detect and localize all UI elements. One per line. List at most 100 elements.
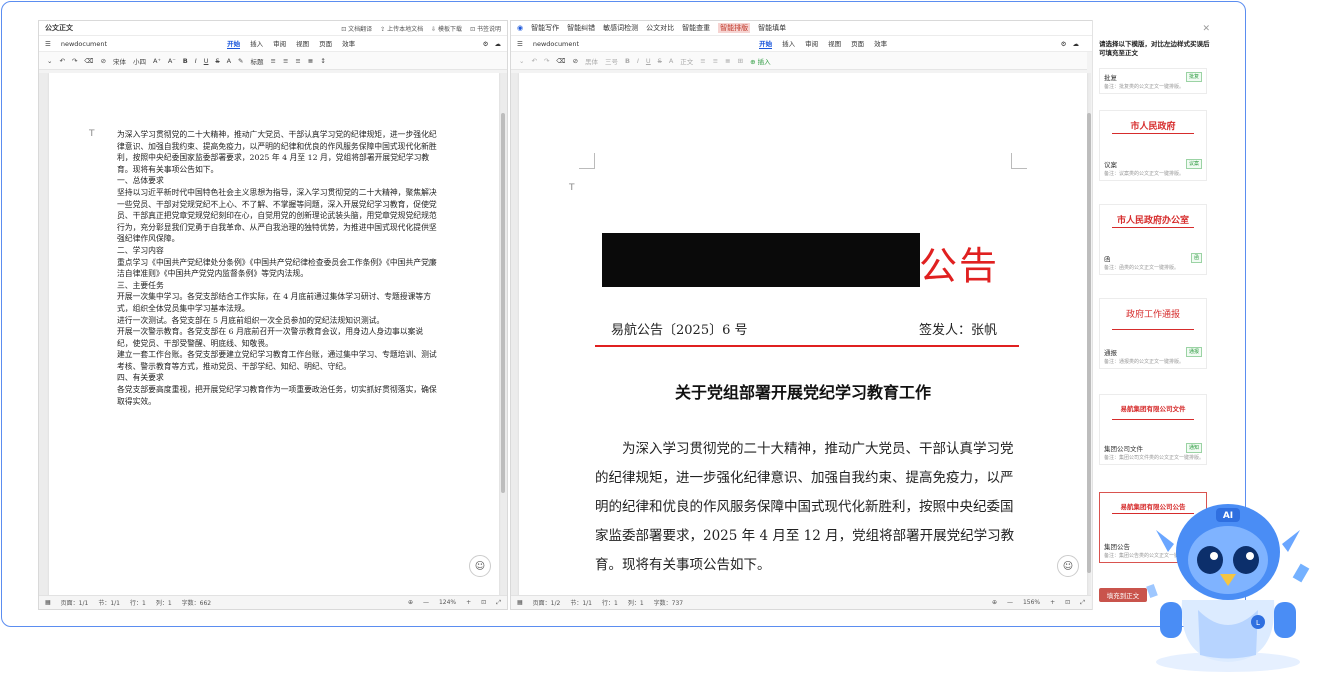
template-card[interactable]: 批复 批复 备注：批复类的公文正文一键排版。: [1099, 68, 1207, 94]
fullscreen-icon[interactable]: ⤢: [1080, 599, 1085, 607]
zoom-in-icon[interactable]: +: [1050, 599, 1055, 607]
template-thumbnail: 易航集团有限公司文件: [1100, 395, 1206, 443]
close-icon[interactable]: ✕: [1202, 24, 1210, 34]
tab-page[interactable]: 页面: [319, 38, 332, 49]
ai-tab-dedupe[interactable]: 智能查重: [682, 23, 710, 33]
tab-start[interactable]: 开始: [227, 38, 241, 49]
tab-start[interactable]: 开始: [759, 38, 773, 49]
tab-efficiency[interactable]: 效率: [342, 38, 355, 49]
tab-insert[interactable]: 插入: [782, 38, 795, 49]
eraser-icon[interactable]: ⊘: [101, 57, 106, 65]
grow-font-icon[interactable]: A⁺: [153, 57, 161, 65]
ai-tab-layout[interactable]: 智能排版: [718, 23, 751, 33]
align-right-icon[interactable]: ≡: [295, 57, 300, 65]
bold-icon[interactable]: B: [183, 57, 188, 65]
chevron-down-icon[interactable]: ⌄: [519, 57, 524, 65]
tab-page[interactable]: 页面: [851, 38, 864, 49]
align-left-icon[interactable]: ≡: [700, 57, 705, 65]
underline-icon[interactable]: U: [646, 57, 651, 65]
redo-icon[interactable]: ↷: [544, 57, 549, 65]
globe-icon[interactable]: ⊕: [408, 599, 413, 607]
title-actions: ⊡ 文档翻译 ⇪ 上传本地文档 ⇩ 模板下载 ⊡ 书签说明: [341, 24, 501, 33]
fit-width-icon[interactable]: ⊡: [1065, 599, 1070, 607]
align-center-icon[interactable]: ≡: [713, 57, 718, 65]
chevron-down-icon[interactable]: ⌄: [47, 57, 52, 65]
source-doc-text[interactable]: 为深入学习贯彻党的二十大精神，推动广大党员、干部认真学习党的纪律规矩，进一步强化…: [117, 129, 437, 407]
fullscreen-icon[interactable]: ⤢: [496, 599, 501, 607]
tab-view[interactable]: 视图: [296, 38, 309, 49]
zoom-controls: ⊕ — 156% + ⊡ ⤢: [992, 599, 1085, 607]
ai-tab-fill[interactable]: 智能填单: [758, 23, 786, 33]
cloud-icon[interactable]: ☁: [495, 40, 502, 48]
undo-icon[interactable]: ↶: [59, 57, 64, 65]
underline-icon[interactable]: U: [204, 57, 209, 65]
font-select[interactable]: 宋体: [113, 56, 126, 66]
fit-width-icon[interactable]: ⊡: [481, 599, 486, 607]
justify-icon[interactable]: ≣: [725, 57, 730, 65]
style-select[interactable]: 正文: [680, 56, 693, 66]
tab-review[interactable]: 审阅: [805, 38, 818, 49]
template-download-button[interactable]: ⇩ 模板下载: [431, 24, 462, 33]
ai-tab-compare[interactable]: 公文对比: [646, 23, 674, 33]
redacted-org-name: [602, 233, 920, 287]
template-thumbnail: 市人民政府: [1100, 111, 1206, 159]
font-color-icon[interactable]: A: [669, 57, 673, 65]
strike-icon[interactable]: S: [658, 57, 662, 65]
zoom-out-icon[interactable]: —: [423, 599, 429, 607]
translate-button[interactable]: ⊡ 文档翻译: [341, 24, 372, 33]
zoom-out-icon[interactable]: —: [1007, 599, 1013, 607]
ai-tab-correct[interactable]: 智能纠错: [567, 23, 595, 33]
redo-icon[interactable]: ↷: [72, 57, 77, 65]
table-icon[interactable]: ⊞: [738, 57, 743, 65]
bold-icon[interactable]: B: [625, 57, 630, 65]
line-spacing-icon[interactable]: ↕: [320, 57, 325, 65]
assistant-fab-icon[interactable]: ☺: [1057, 555, 1079, 577]
font-color-icon[interactable]: A: [227, 57, 231, 65]
template-card[interactable]: 易航集团有限公司文件 集团公司文件 通知 备注：集团公司文件类的公文正文一键排版。: [1099, 394, 1207, 465]
justify-icon[interactable]: ≣: [308, 57, 313, 65]
font-select[interactable]: 黑体: [585, 56, 598, 66]
layout-icon[interactable]: ▦: [45, 599, 51, 606]
shrink-font-icon[interactable]: A⁻: [168, 57, 176, 65]
tab-efficiency[interactable]: 效率: [874, 38, 887, 49]
italic-icon[interactable]: I: [637, 57, 639, 65]
cloud-icon[interactable]: ☁: [1073, 40, 1080, 48]
settings-icon[interactable]: ⚙: [1061, 40, 1067, 48]
formatted-page[interactable]: T 公告 易航公告〔2025〕6 号 签发人：张帆 关于党组部署开展党纪学习教育…: [519, 73, 1087, 595]
left-scrollbar[interactable]: [501, 113, 505, 493]
font-size-select[interactable]: 小四: [133, 56, 146, 66]
settings-icon[interactable]: ⚙: [483, 40, 489, 48]
strike-icon[interactable]: S: [215, 57, 219, 65]
ai-tab-sensitive[interactable]: 敏感词检测: [603, 23, 638, 33]
align-center-icon[interactable]: ≡: [283, 57, 288, 65]
layout-icon[interactable]: ▦: [517, 599, 523, 606]
template-card[interactable]: 政府工作通报 通报 通报 备注：通报类的公文正文一键排版。: [1099, 298, 1207, 369]
menu-icon[interactable]: ☰: [45, 40, 51, 48]
tab-review[interactable]: 审阅: [273, 38, 286, 49]
right-scrollbar[interactable]: [1087, 113, 1091, 573]
margin-mark: [1011, 153, 1027, 169]
menu-icon[interactable]: ☰: [517, 40, 523, 48]
format-painter-icon[interactable]: ⌫: [84, 57, 93, 65]
insert-button[interactable]: ⊕ 插入: [750, 56, 771, 66]
italic-icon[interactable]: I: [195, 57, 197, 65]
left-page[interactable]: T 为深入学习贯彻党的二十大精神，推动广大党员、干部认真学习党的纪律规矩，进一步…: [49, 73, 499, 595]
font-size-select[interactable]: 三号: [605, 56, 618, 66]
eraser-icon[interactable]: ⊘: [573, 57, 578, 65]
upload-button[interactable]: ⇪ 上传本地文档: [380, 24, 423, 33]
format-painter-icon[interactable]: ⌫: [556, 57, 565, 65]
tab-insert[interactable]: 插入: [250, 38, 263, 49]
align-left-icon[interactable]: ≡: [271, 57, 276, 65]
undo-icon[interactable]: ↶: [531, 57, 536, 65]
template-card[interactable]: 市人民政府 议案 议案 备注：议案类的公文正文一键排版。: [1099, 110, 1207, 181]
bookmark-help-button[interactable]: ⊡ 书签说明: [470, 24, 501, 33]
style-select[interactable]: 标题: [251, 56, 264, 66]
tab-view[interactable]: 视图: [828, 38, 841, 49]
globe-icon[interactable]: ⊕: [992, 599, 997, 607]
zoom-in-icon[interactable]: +: [466, 599, 471, 607]
assistant-fab-icon[interactable]: ☺: [469, 555, 491, 577]
template-card[interactable]: 市人民政府办公室 函 函 备注：函类的公文正文一键排版。: [1099, 204, 1207, 275]
ai-tab-write[interactable]: 智能写作: [531, 23, 559, 33]
highlight-icon[interactable]: ✎: [238, 57, 243, 65]
zoom-level: 156%: [1022, 598, 1041, 606]
